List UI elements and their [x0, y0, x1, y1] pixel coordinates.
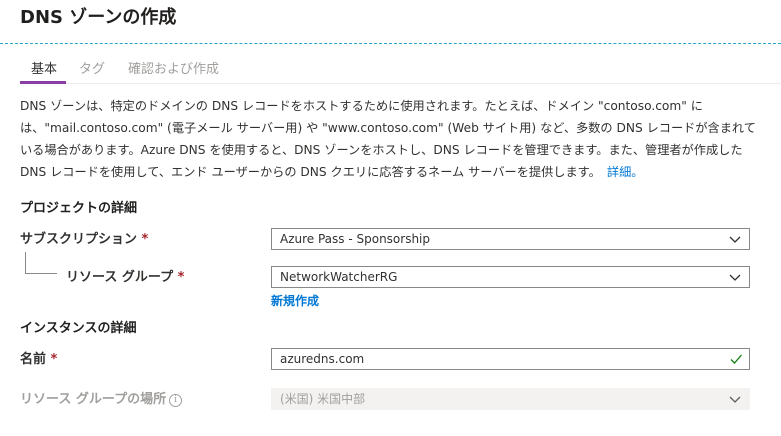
required-marker: * [177, 270, 185, 285]
subscription-value: Azure Pass - Sponsorship [280, 232, 431, 246]
info-icon[interactable]: i [169, 394, 183, 407]
resource-group-location-value: (米国) 米国中部 [280, 392, 366, 406]
description: DNS ゾーンは、特定のドメインの DNS レコードをホストするために使用されま… [20, 95, 760, 183]
chevron-down-icon [729, 236, 741, 243]
tab-basics[interactable]: 基本 [31, 58, 57, 77]
project-details-heading: プロジェクトの詳細 [20, 201, 138, 216]
subscription-label: サブスクリプション * [20, 228, 148, 247]
instance-details-heading: インスタンスの詳細 [20, 321, 137, 336]
subscription-select[interactable]: Azure Pass - Sponsorship [271, 228, 750, 250]
create-new-resource-group-link[interactable]: 新規作成 [271, 292, 319, 309]
resource-group-label-text: リソース グループ [66, 270, 174, 285]
page-title: DNS ゾーンの作成 [20, 7, 177, 28]
required-marker: * [50, 352, 58, 367]
tab-review-create[interactable]: 確認および作成 [128, 58, 219, 77]
checkmark-icon [730, 354, 742, 364]
resource-group-value: NetworkWatcherRG [280, 270, 398, 284]
description-text: DNS ゾーンは、特定のドメインの DNS レコードをホストするために使用されま… [20, 99, 756, 179]
tabs-baseline [20, 83, 781, 84]
header-divider [0, 43, 781, 44]
tree-connector-horizontal [25, 273, 57, 274]
resource-group-select[interactable]: NetworkWatcherRG [271, 266, 750, 288]
name-label: 名前 * [20, 348, 57, 367]
tree-connector-vertical [25, 252, 26, 273]
required-marker: * [141, 232, 149, 247]
resource-group-location-label-text: リソース グループの場所 [20, 392, 167, 407]
name-input[interactable]: azuredns.com [271, 348, 750, 370]
name-label-text: 名前 [20, 352, 47, 367]
name-value: azuredns.com [280, 352, 365, 366]
resource-group-location-select: (米国) 米国中部 [271, 388, 750, 410]
resource-group-label: リソース グループ * [66, 266, 184, 285]
resource-group-location-label: リソース グループの場所 i [20, 388, 183, 407]
tab-tags[interactable]: タグ [79, 58, 105, 77]
chevron-down-icon [729, 274, 741, 281]
learn-more-link[interactable]: 詳細。 [607, 165, 644, 179]
subscription-label-text: サブスクリプション [20, 232, 138, 247]
chevron-down-icon [729, 396, 741, 403]
active-tab-indicator [20, 81, 66, 84]
